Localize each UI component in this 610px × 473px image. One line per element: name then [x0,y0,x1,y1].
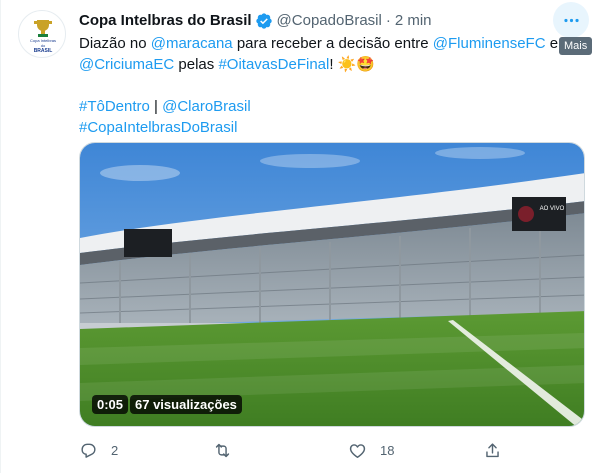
heart-icon [349,443,366,458]
tweet-text-line: Diazão no @maracana para receber a decis… [79,33,599,54]
hashtag-link[interactable]: #TôDentro [79,98,150,115]
reply-button[interactable]: 2 [79,438,118,462]
tweet-header: Copa Intelbras do Brasil @CopadoBrasil ·… [79,10,432,30]
logo-text-3: BRASIL [34,48,53,54]
mention-link[interactable]: @ClaroBrasil [162,98,251,115]
stadium-video-frame: AO VIVO [80,143,584,426]
like-button[interactable]: 18 [348,438,394,462]
mention-link[interactable]: @CriciumaEC [79,56,174,73]
share-button[interactable] [483,438,515,462]
video-duration: 0:05 [92,395,129,414]
text-segment: | [149,98,163,115]
author-handle[interactable]: @CopadoBrasil [277,12,382,29]
mention-link[interactable]: @maracana [151,35,233,52]
scoreboard-text: AO VIVO [540,206,565,212]
text-segment: para receber a decisão entre [232,35,433,52]
share-icon [486,442,499,457]
text-segment: ! ☀️🤩 [329,56,376,73]
retweet-icon [215,443,230,457]
text-segment: e [545,35,559,52]
video-views: 67 visualizações [130,395,242,414]
hashtag-link[interactable]: #OitavasDeFinal [218,56,329,73]
more-dots-icon [563,18,579,22]
reply-count: 2 [111,442,119,458]
video-player[interactable]: AO VIVO 0:05 67 visualizações [79,142,585,427]
verified-badge-icon [255,12,272,29]
tweet-text-line: #CopaIntelbrasDoBrasil [79,117,599,138]
mention-link[interactable]: @FluminenseFC [433,35,546,52]
tweet-text: Diazão no @maracana para receber a decis… [79,33,599,138]
text-segment: Diazão no [79,35,151,52]
tweet-text-line: #TôDentro | @ClaroBrasil [79,96,599,117]
tweet-timestamp[interactable]: 2 min [395,12,432,29]
tweet[interactable]: Copa Intelbras do BRASIL Copa Intelbras … [0,0,610,473]
author-name[interactable]: Copa Intelbras do Brasil [79,12,252,29]
hashtag-link[interactable]: #CopaIntelbrasDoBrasil [79,119,237,136]
text-segment: pelas [174,56,219,73]
like-count: 18 [380,442,395,458]
reply-icon [81,443,96,458]
tweet-actions: 2 18 [79,438,585,462]
copa-logo-icon: Copa Intelbras do BRASIL [30,20,56,54]
separator-dot: · [385,11,391,29]
avatar[interactable]: Copa Intelbras do BRASIL [18,10,66,58]
tweet-text-line: @CriciumaEC pelas #OitavasDeFinal! ☀️🤩 [79,54,599,75]
retweet-button[interactable] [213,438,245,462]
